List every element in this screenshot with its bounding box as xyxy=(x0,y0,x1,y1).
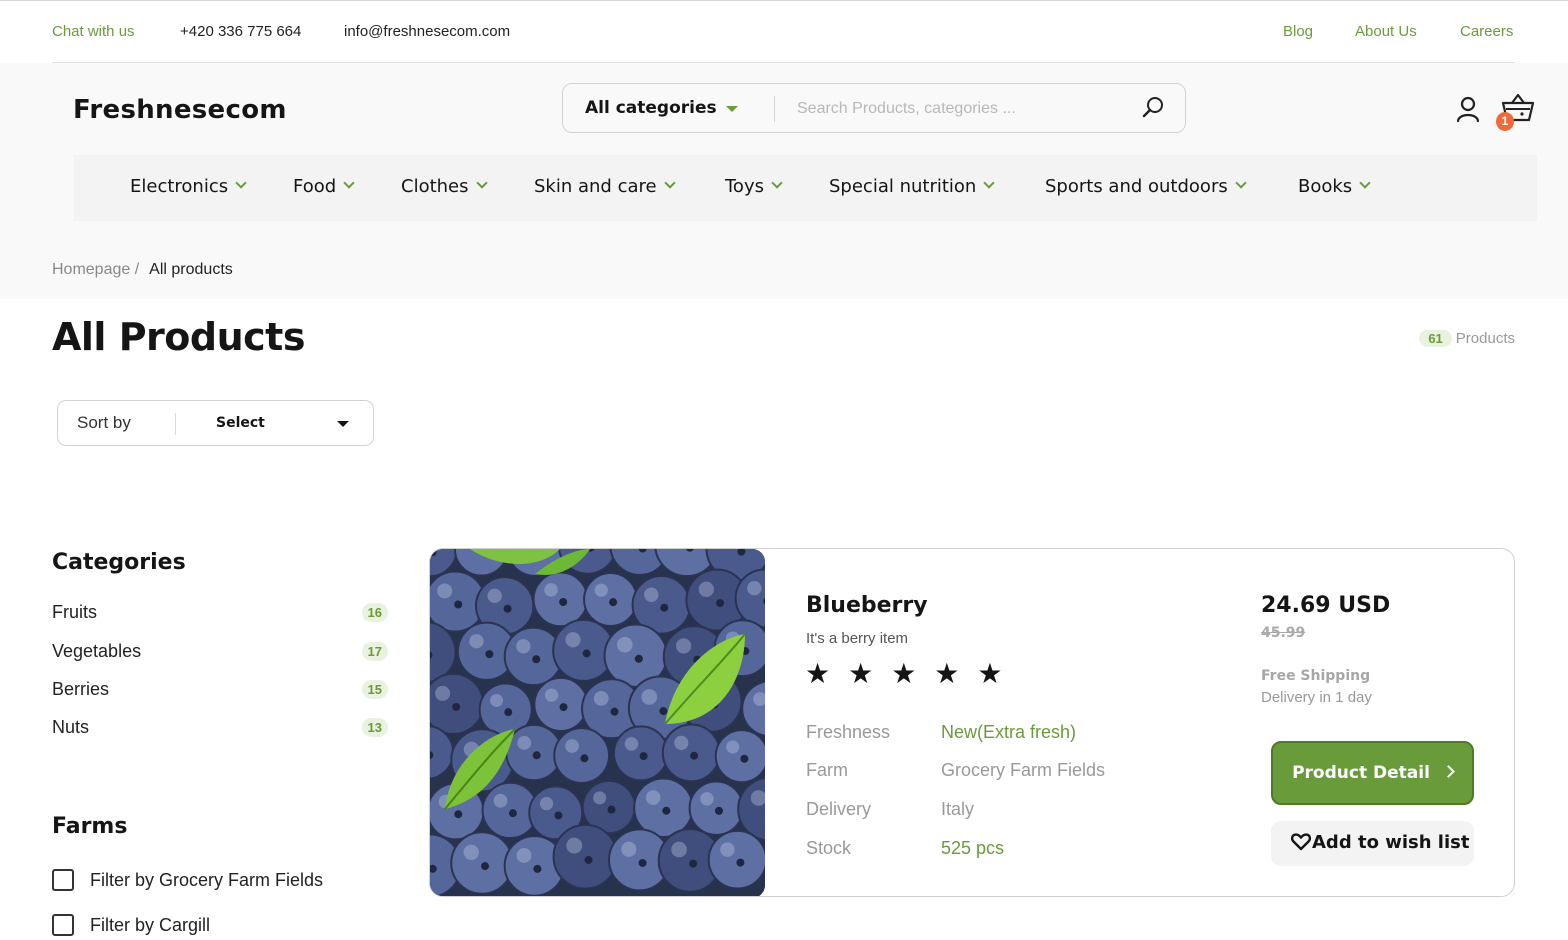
search-input[interactable] xyxy=(795,94,1119,124)
nav-item-label: Books xyxy=(1298,176,1353,197)
old-price: 45.99 xyxy=(1261,625,1306,641)
search-bar: All categories xyxy=(562,83,1186,133)
category-count-badge: 15 xyxy=(361,680,388,699)
sort-label: Sort by xyxy=(77,413,131,432)
category-name: Vegetables xyxy=(52,641,142,661)
chevron-down-icon xyxy=(1359,177,1371,189)
checkbox[interactable] xyxy=(52,914,74,936)
spec-value: Italy xyxy=(941,799,975,819)
search-icon[interactable] xyxy=(1141,96,1165,125)
product-count-label: Products xyxy=(1455,330,1515,347)
category-name: Nuts xyxy=(52,717,90,737)
nav-item-label: Clothes xyxy=(401,176,469,197)
nav-item-skin-and-care[interactable]: Skin and care xyxy=(534,176,676,197)
product-image[interactable] xyxy=(430,549,765,896)
phone-number: +420 336 775 664 xyxy=(180,23,302,40)
cart-count-badge: 1 xyxy=(1496,112,1514,131)
nav-item-electronics[interactable]: Electronics xyxy=(130,176,247,197)
nav-item-label: Toys xyxy=(725,176,764,197)
spec-value: 525 pcs xyxy=(941,838,1005,858)
nav-item-toys[interactable]: Toys xyxy=(725,176,783,197)
nav-item-clothes[interactable]: Clothes xyxy=(401,176,488,197)
farm-filter-label: Filter by Grocery Farm Fields xyxy=(90,870,324,890)
chevron-down-icon[interactable] xyxy=(726,106,738,112)
search-divider xyxy=(774,96,775,122)
chevron-down-icon xyxy=(771,177,783,189)
top-bar: Chat with us +420 336 775 664 info@fresh… xyxy=(52,20,1515,44)
chevron-right-icon xyxy=(1442,765,1455,778)
spec-key: Delivery xyxy=(806,799,872,819)
category-item-nuts[interactable]: Nuts 13 xyxy=(52,717,388,741)
page-title: All Products xyxy=(52,315,305,359)
nav-item-label: Electronics xyxy=(130,176,229,197)
chevron-down-icon xyxy=(343,177,355,189)
chevron-down-icon xyxy=(1235,177,1247,189)
careers-link[interactable]: Careers xyxy=(1460,23,1513,40)
nav-item-label: Sports and outdoors xyxy=(1045,176,1228,197)
product-description: It's a berry item xyxy=(806,630,909,647)
breadcrumb-home[interactable]: Homepage / xyxy=(52,261,139,278)
wish-list-label: Add to wish list xyxy=(1312,832,1470,853)
spec-key: Freshness xyxy=(806,722,891,742)
blog-link[interactable]: Blog xyxy=(1283,23,1313,40)
spec-value: Grocery Farm Fields xyxy=(941,760,1106,780)
shipping-info: Free Shipping xyxy=(1261,668,1371,684)
categories-heading: Categories xyxy=(52,550,186,575)
category-item-fruits[interactable]: Fruits 16 xyxy=(52,602,388,626)
spec-key: Stock xyxy=(806,838,852,858)
nav-item-food[interactable]: Food xyxy=(293,176,355,197)
product-count-badge: 61 xyxy=(1419,330,1452,347)
site-logo[interactable]: Freshnesecom xyxy=(73,95,287,125)
about-us-link[interactable]: About Us xyxy=(1355,23,1417,40)
product-name[interactable]: Blueberry xyxy=(806,593,928,618)
nav-item-sports-and-outdoors[interactable]: Sports and outdoors xyxy=(1045,176,1247,197)
sort-dropdown[interactable]: Sort by Select xyxy=(57,400,374,446)
category-item-vegetables[interactable]: Vegetables 17 xyxy=(52,641,388,665)
category-item-berries[interactable]: Berries 15 xyxy=(52,679,388,703)
heart-icon xyxy=(1290,833,1312,856)
nav-item-special-nutrition[interactable]: Special nutrition xyxy=(829,176,996,197)
product-card: Blueberry It's a berry item ★★★★★ Freshn… xyxy=(429,548,1515,897)
category-name: Berries xyxy=(52,679,110,699)
delivery-time: Delivery in 1 day xyxy=(1261,689,1372,706)
sort-selected-value[interactable]: Select xyxy=(216,415,265,431)
breadcrumb: Homepage / All products xyxy=(52,261,233,279)
spec-key: Farm xyxy=(806,760,848,780)
farm-filter-label: Filter by Cargill xyxy=(90,915,211,935)
email-address: info@freshnesecom.com xyxy=(344,23,511,40)
chevron-down-icon xyxy=(235,177,247,189)
caret-down-icon[interactable] xyxy=(337,421,349,427)
rating-stars: ★★★★★ xyxy=(805,658,1021,689)
user-icon[interactable] xyxy=(1455,95,1481,128)
add-to-wish-list-button[interactable]: Add to wish list xyxy=(1271,821,1474,866)
sort-divider xyxy=(175,413,176,435)
product-price: 24.69 USD xyxy=(1261,593,1391,618)
checkbox[interactable] xyxy=(52,869,74,891)
category-count-badge: 16 xyxy=(361,603,388,622)
breadcrumb-current: All products xyxy=(149,261,233,278)
category-name: Fruits xyxy=(52,602,97,622)
category-count-badge: 13 xyxy=(361,718,388,737)
product-count: 61 Products xyxy=(1419,330,1515,347)
nav-item-label: Skin and care xyxy=(534,176,657,197)
product-detail-label: Product Detail xyxy=(1292,763,1430,783)
nav-item-label: Food xyxy=(293,176,337,197)
chevron-down-icon xyxy=(983,177,996,189)
category-select[interactable]: All categories xyxy=(585,98,717,118)
chat-link[interactable]: Chat with us xyxy=(52,23,135,40)
chevron-down-icon xyxy=(475,177,488,189)
nav-item-books[interactable]: Books xyxy=(1298,176,1371,197)
top-border xyxy=(0,0,1568,1)
product-detail-button[interactable]: Product Detail xyxy=(1271,741,1474,805)
nav-item-label: Special nutrition xyxy=(829,176,977,197)
chevron-down-icon xyxy=(663,177,676,189)
category-nav: Electronics Food Clothes Skin and care T… xyxy=(74,155,1537,221)
category-count-badge: 17 xyxy=(361,642,388,661)
farms-heading: Farms xyxy=(52,814,128,839)
spec-value: New(Extra fresh) xyxy=(941,722,1077,742)
